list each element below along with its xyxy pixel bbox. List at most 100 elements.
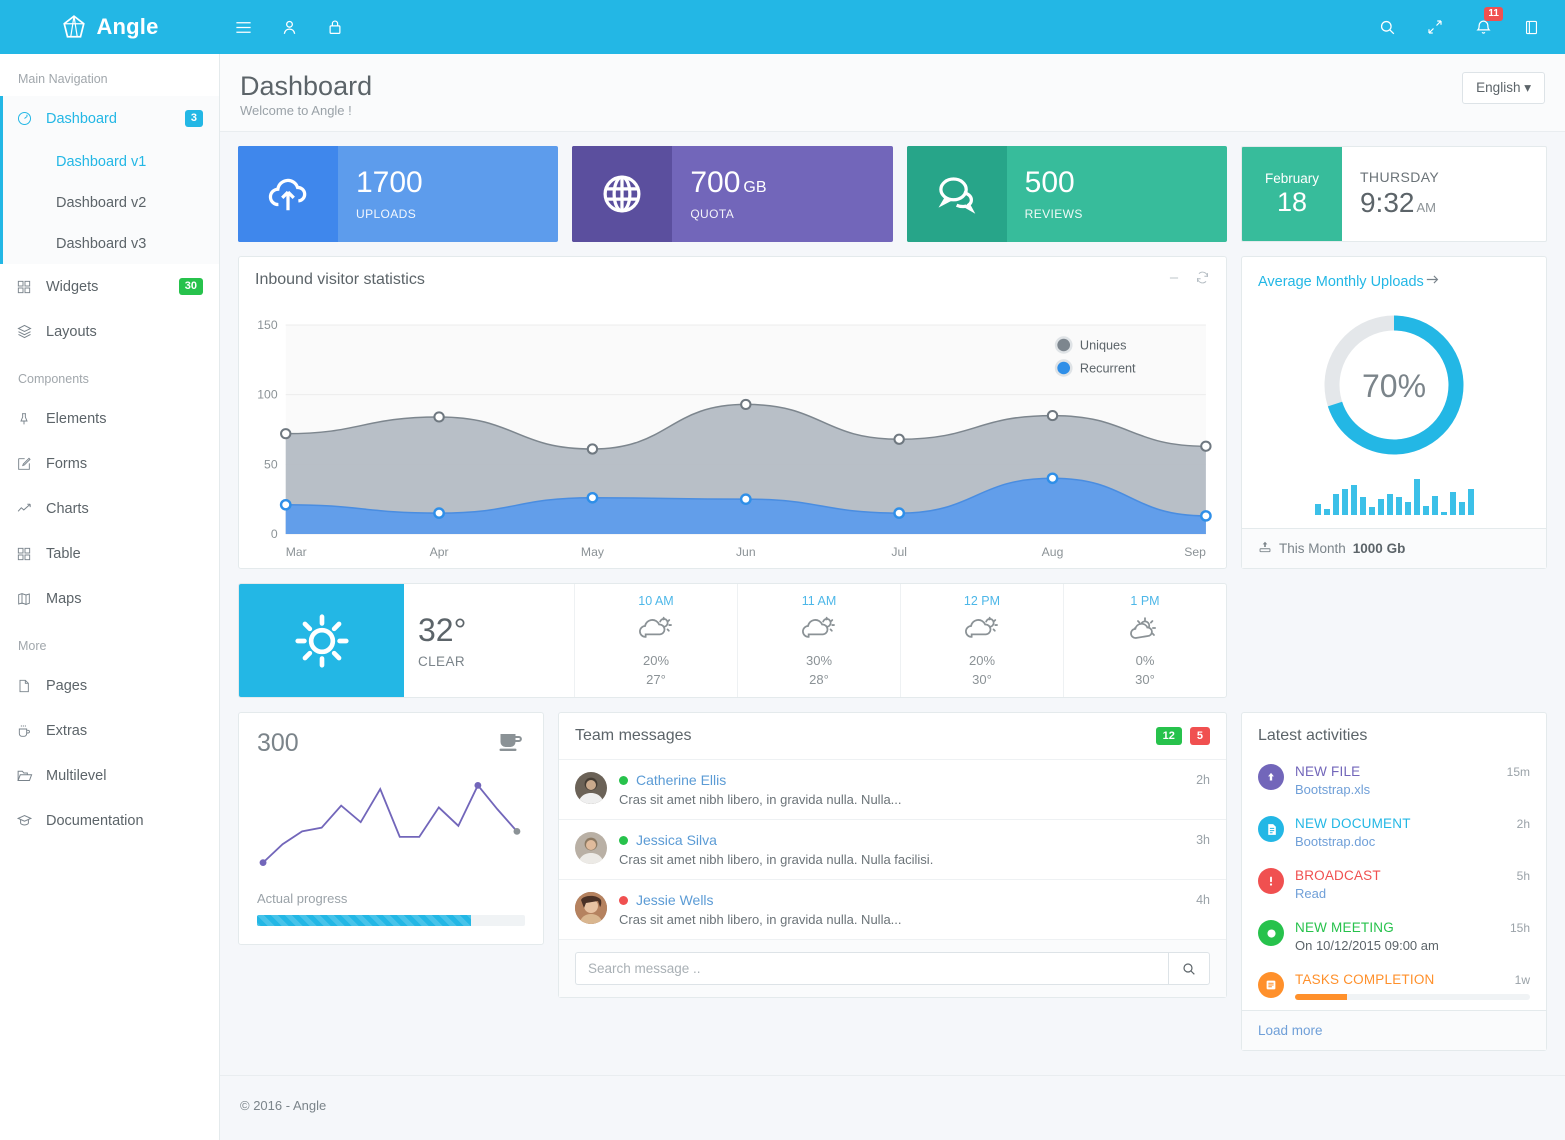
stat-label: UPLOADS xyxy=(356,207,558,221)
user-icon[interactable] xyxy=(266,0,312,54)
clock-weekday: THURSDAY xyxy=(1360,169,1546,185)
sidebar-item-label: Multilevel xyxy=(46,768,106,784)
stat-card-reviews[interactable]: 500 REVIEWS xyxy=(907,146,1227,242)
donut-body: 70% xyxy=(1242,299,1546,528)
activity-item-new-meeting[interactable]: NEW MEETING 15h On 10/12/2015 09:00 am xyxy=(1242,911,1546,963)
donut-chart: 70% xyxy=(1314,305,1474,465)
svg-text:May: May xyxy=(581,545,605,559)
svg-text:Uniques: Uniques xyxy=(1080,339,1127,353)
activity-time: 1w xyxy=(1507,973,1530,987)
message-sender[interactable]: Catherine Ellis xyxy=(636,772,726,788)
stat-tiles-row: 1700 UPLOADS 700GB QUOTA 500 xyxy=(238,146,1547,242)
sidebar-item-label: Widgets xyxy=(46,279,98,295)
weather-hour-1: 11 AM 30% 28° xyxy=(737,584,900,697)
weather-hour-3: 1 PM 0% 30° xyxy=(1063,584,1226,697)
minimize-icon[interactable] xyxy=(1167,271,1181,290)
sidebar-heading-components: Components xyxy=(0,354,219,396)
donut-footer-label: This Month xyxy=(1279,541,1346,556)
alert-icon xyxy=(1258,868,1284,894)
sidebar-item-label: Layouts xyxy=(46,324,97,340)
refresh-icon[interactable] xyxy=(1195,270,1210,290)
message-time: 2h xyxy=(1196,773,1210,787)
sidebar-item-multilevel[interactable]: Multilevel xyxy=(0,753,219,798)
message-sender[interactable]: Jessica Silva xyxy=(636,832,717,848)
activity-subtitle[interactable]: Bootstrap.xls xyxy=(1295,782,1530,797)
cloud-upload-icon xyxy=(238,146,338,242)
layers-icon xyxy=(16,323,46,340)
sidebar-heading-more: More xyxy=(0,621,219,663)
message-text: Cras sit amet nibh libero, in gravida nu… xyxy=(619,852,1210,867)
sidebar-item-charts[interactable]: Charts xyxy=(0,486,219,531)
lock-icon[interactable] xyxy=(312,0,358,54)
activity-item-new-document[interactable]: NEW DOCUMENT 2h Bootstrap.doc xyxy=(1242,807,1546,859)
stat-card-uploads[interactable]: 1700 UPLOADS xyxy=(238,146,558,242)
weather-hour-temp: 30° xyxy=(972,672,992,687)
fullscreen-icon[interactable] xyxy=(1411,0,1459,54)
sidebar-item-maps[interactable]: Maps xyxy=(0,576,219,621)
sidebar-item-dashboard[interactable]: Dashboard 3 xyxy=(0,96,219,141)
weather-current-temp: 32° xyxy=(418,612,574,649)
sidebar-item-pages[interactable]: Pages xyxy=(0,663,219,708)
weather-current: 32° CLEAR xyxy=(404,584,574,697)
weather-card: 32° CLEAR 10 AM 20% 27° 11 AM 30% 28° 12… xyxy=(238,583,1227,698)
sidebar-heading-main: Main Navigation xyxy=(0,54,219,96)
sidebar-item-table[interactable]: Table xyxy=(0,531,219,576)
clock-month: February xyxy=(1265,171,1319,186)
svg-text:Aug: Aug xyxy=(1042,545,1064,559)
sidebar-subitem-dashboard-v2[interactable]: Dashboard v2 xyxy=(0,182,219,223)
activity-item-broadcast[interactable]: BROADCAST 5h Read xyxy=(1242,859,1546,911)
sidebar-subitem-dashboard-v1[interactable]: Dashboard v1 xyxy=(0,141,219,182)
brand-logo-area[interactable]: Angle xyxy=(0,0,220,54)
svg-text:Mar: Mar xyxy=(286,545,307,559)
cloud-sun-icon xyxy=(636,612,676,649)
uploads-sparkline xyxy=(1315,479,1474,515)
inbound-statistics-card: Inbound visitor statistics 050100150MarA… xyxy=(238,256,1227,569)
sidebar-toggle-icon[interactable] xyxy=(1507,0,1555,54)
activity-item-tasks-completion[interactable]: TASKS COMPLETION 1w xyxy=(1242,963,1546,1010)
message-list-item[interactable]: Catherine Ellis 2h Cras sit amet nibh li… xyxy=(559,759,1226,819)
stat-label: REVIEWS xyxy=(1025,207,1227,221)
bell-icon[interactable]: 11 xyxy=(1459,0,1507,54)
language-selector[interactable]: English ▾ xyxy=(1462,72,1545,104)
sidebar-item-layouts[interactable]: Layouts xyxy=(0,309,219,354)
latest-activities-card: Latest activities NEW FILE 15m Bootstrap… xyxy=(1241,712,1547,1051)
weather-hour-precip: 20% xyxy=(969,653,995,668)
sidebar-item-forms[interactable]: Forms xyxy=(0,441,219,486)
team-messages-card: Team messages 12 5 Catherine Ellis xyxy=(558,712,1227,998)
activity-subtitle[interactable]: Read xyxy=(1295,886,1530,901)
activity-item-new-file[interactable]: NEW FILE 15m Bootstrap.xls xyxy=(1242,755,1546,807)
sidebar-item-elements[interactable]: Elements xyxy=(0,396,219,441)
status-dot xyxy=(619,836,628,845)
progress-card: 300 Actual progress xyxy=(238,712,544,945)
search-icon[interactable] xyxy=(1363,0,1411,54)
activity-time: 2h xyxy=(1509,817,1530,831)
stat-unit: GB xyxy=(743,179,766,196)
avatar xyxy=(575,772,607,804)
menu-icon[interactable] xyxy=(220,0,266,54)
search-message-input[interactable] xyxy=(575,952,1168,985)
sidebar-subitem-dashboard-v3[interactable]: Dashboard v3 xyxy=(0,223,219,264)
weather-hour-time: 10 AM xyxy=(638,594,673,608)
sidebar-item-documentation[interactable]: Documentation xyxy=(0,798,219,843)
sidebar-item-label: Table xyxy=(46,546,81,562)
message-sender[interactable]: Jessie Wells xyxy=(636,892,714,908)
weather-hour-temp: 30° xyxy=(1135,672,1155,687)
message-list-item[interactable]: Jessie Wells 4h Cras sit amet nibh liber… xyxy=(559,879,1226,939)
arrow-right-icon[interactable] xyxy=(1424,271,1441,293)
sidebar-item-label: Charts xyxy=(46,501,89,517)
sidebar-item-extras[interactable]: Extras xyxy=(0,708,219,753)
weather-hour-precip: 0% xyxy=(1136,653,1155,668)
line-chart-icon xyxy=(16,500,46,517)
activity-title: NEW MEETING xyxy=(1295,920,1394,935)
bottom-row: 300 Actual progress Team messages 12 5 xyxy=(238,712,1547,1051)
search-message-button[interactable] xyxy=(1168,952,1210,985)
cup-icon xyxy=(16,723,46,739)
donut-footer-value: 1000 Gb xyxy=(1353,541,1406,556)
message-time: 4h xyxy=(1196,893,1210,907)
load-more-button[interactable]: Load more xyxy=(1242,1010,1546,1050)
pencil-square-icon xyxy=(16,456,46,472)
activity-subtitle[interactable]: Bootstrap.doc xyxy=(1295,834,1530,849)
stat-card-quota[interactable]: 700GB QUOTA xyxy=(572,146,892,242)
message-list-item[interactable]: Jessica Silva 3h Cras sit amet nibh libe… xyxy=(559,819,1226,879)
sidebar-item-widgets[interactable]: Widgets 30 xyxy=(0,264,219,309)
